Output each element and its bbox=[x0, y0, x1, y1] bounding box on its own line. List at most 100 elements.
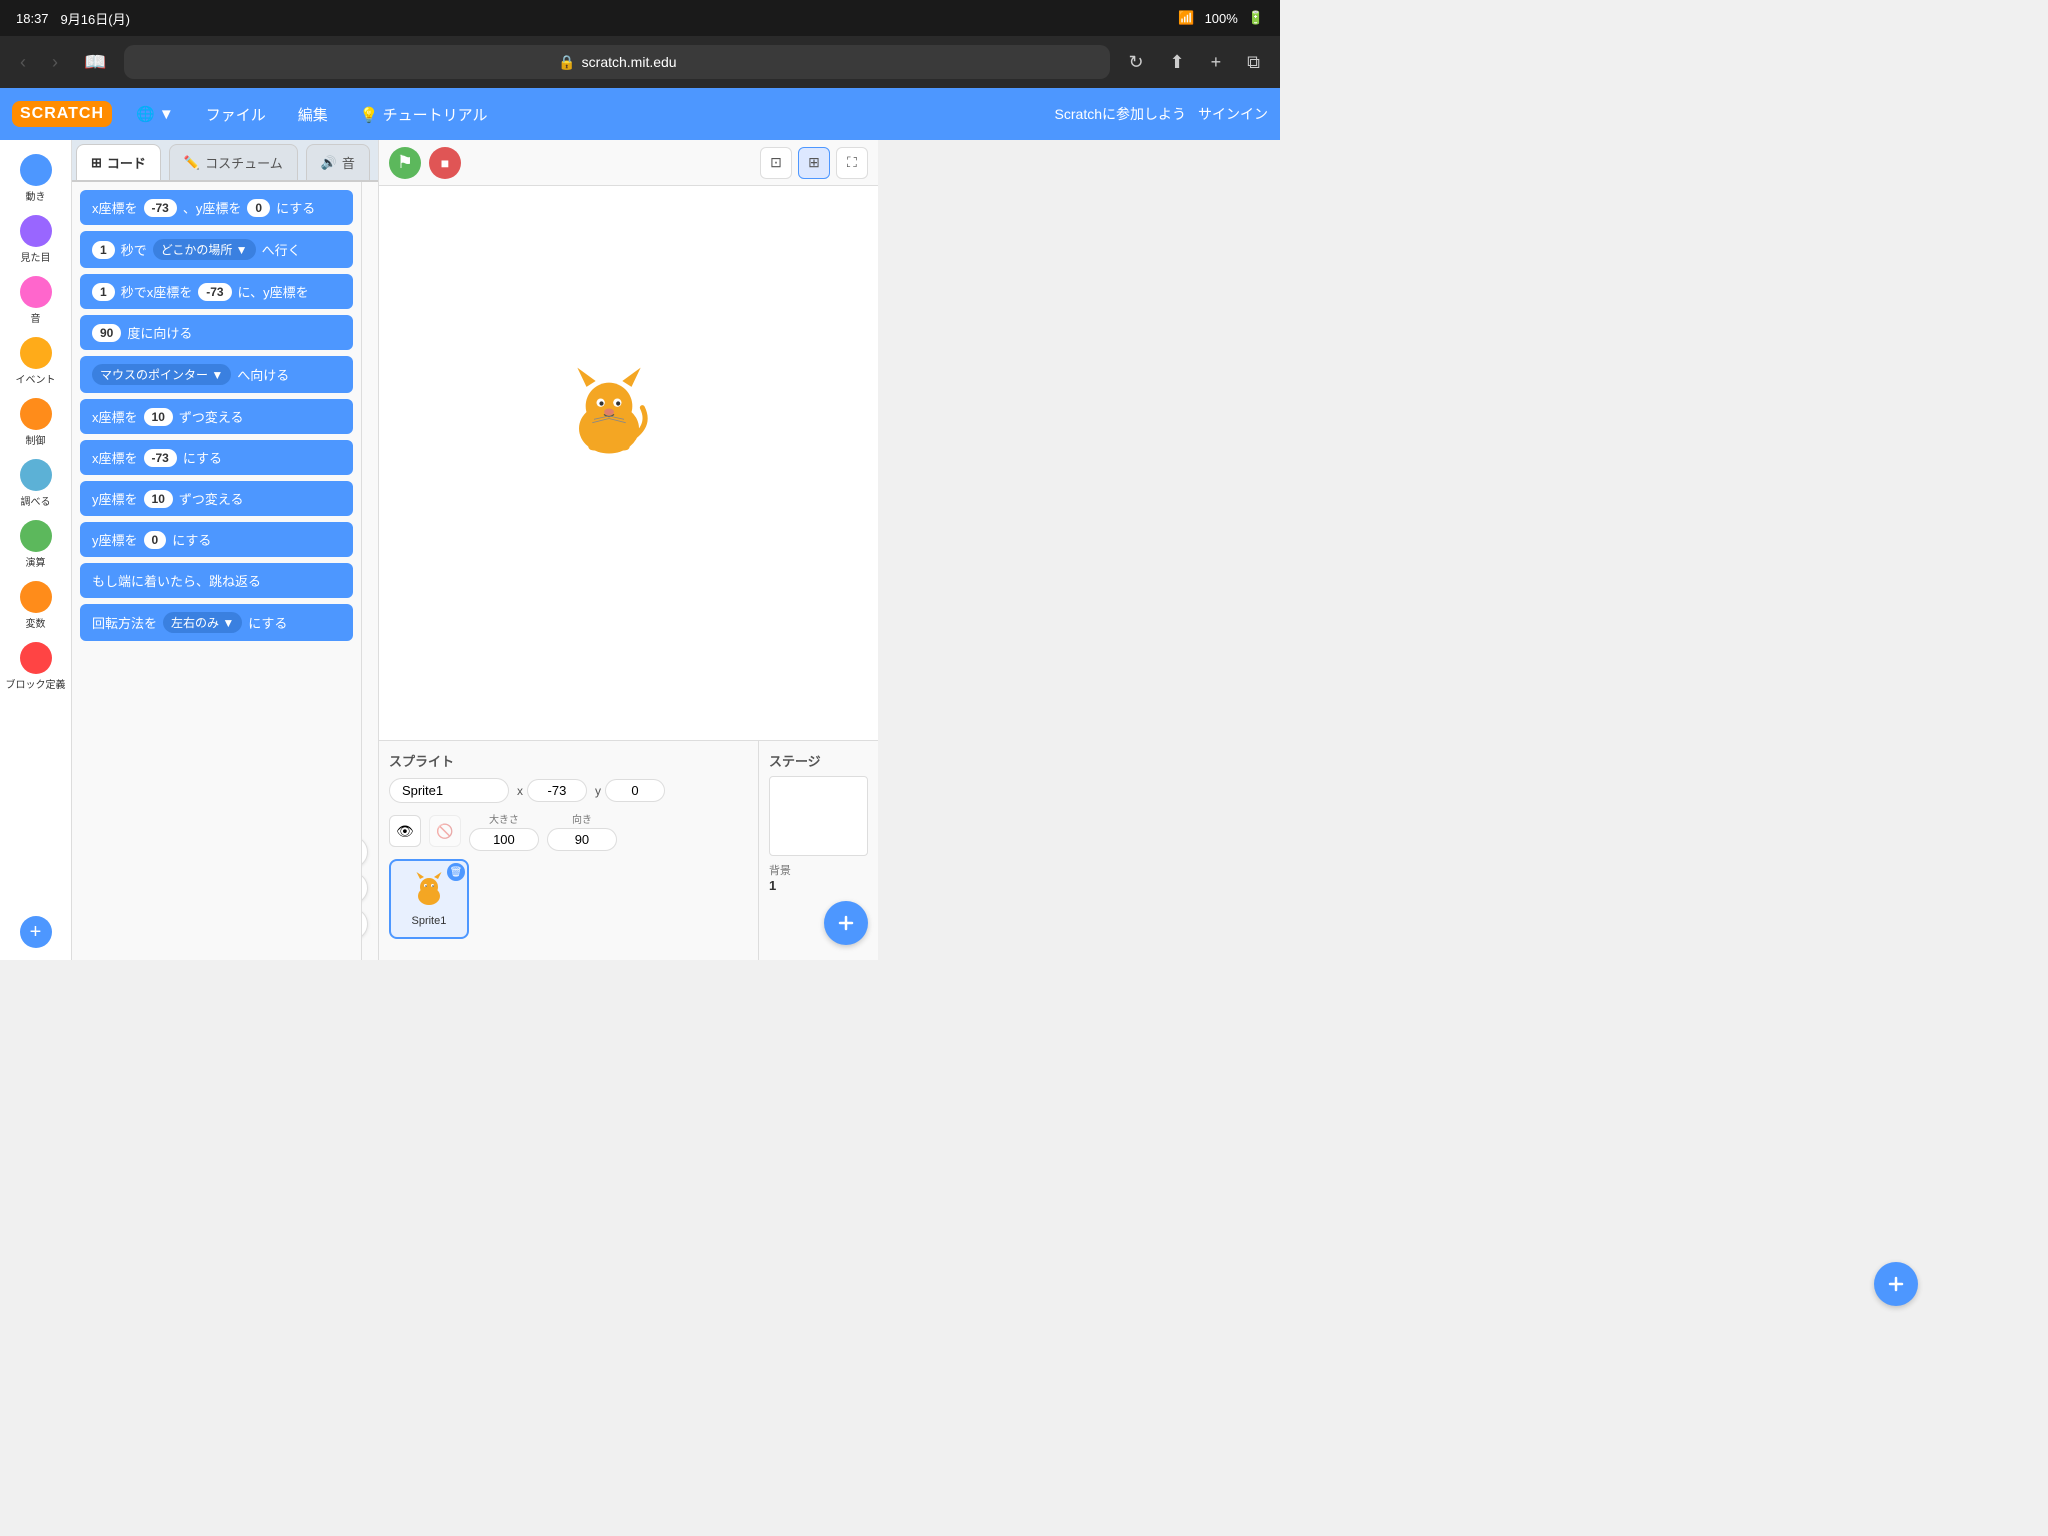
sprite-size-label: 大きさ bbox=[489, 811, 519, 826]
sprite-y-label: y bbox=[595, 784, 601, 798]
block-set-rotation-text2: にする bbox=[248, 613, 287, 632]
tutorial-button[interactable]: 💡 チュートリアル bbox=[352, 100, 496, 129]
category-control[interactable]: 制御 bbox=[0, 394, 71, 451]
category-sidebar-bottom: + bbox=[18, 904, 54, 960]
green-flag-button[interactable]: ⚑ bbox=[389, 147, 421, 179]
block-change-x-text1: x座標を bbox=[92, 407, 138, 426]
tab-sound[interactable]: 🔊 音 bbox=[306, 144, 370, 180]
add-extension-button[interactable]: + bbox=[18, 912, 54, 952]
block-point-direction[interactable]: 90 度に向ける bbox=[80, 315, 353, 350]
tab-costume[interactable]: ✏️ コスチューム bbox=[169, 144, 298, 180]
category-looks-label: 見た目 bbox=[21, 249, 51, 264]
zoom-out-button[interactable]: − bbox=[362, 872, 368, 904]
category-sound[interactable]: 音 bbox=[0, 272, 71, 329]
add-backdrop-button[interactable] bbox=[824, 901, 868, 945]
block-set-y-text2: にする bbox=[172, 530, 211, 549]
tab-switcher-button[interactable]: ⧉ bbox=[1239, 48, 1268, 77]
block-set-xy-text1: x座標を bbox=[92, 198, 138, 217]
block-glide-xy-text2: に、y座標を bbox=[238, 282, 309, 301]
logo-text: SCRATCH bbox=[20, 105, 104, 122]
bookmarks-button[interactable]: 📖 bbox=[76, 48, 114, 77]
reload-button[interactable]: ↻ bbox=[1120, 48, 1151, 77]
block-rotation-dropdown[interactable]: 左右のみ ▼ bbox=[163, 612, 242, 633]
sprite-direction-label: 向き bbox=[572, 811, 592, 826]
stage-bg-count: 1 bbox=[769, 878, 868, 893]
category-custom[interactable]: ブロック定義 bbox=[0, 638, 71, 695]
sprite-x-input[interactable] bbox=[527, 779, 587, 802]
share-button[interactable]: ⬆ bbox=[1162, 48, 1193, 77]
block-point-text: 度に向ける bbox=[127, 323, 192, 342]
block-change-x[interactable]: x座標を 10 ずつ変える bbox=[80, 399, 353, 434]
block-glide-xy[interactable]: 1 秒でx座標を -73 に、y座標を bbox=[80, 274, 353, 309]
category-looks[interactable]: 見た目 bbox=[0, 211, 71, 268]
category-sensing[interactable]: 調べる bbox=[0, 455, 71, 512]
zoom-reset-button[interactable]: = bbox=[362, 908, 368, 940]
block-towards-text: へ向ける bbox=[237, 365, 289, 384]
block-set-xy[interactable]: x座標を -73 、y座標を 0 にする bbox=[80, 190, 353, 225]
new-tab-button[interactable]: + bbox=[1203, 48, 1230, 77]
block-point-val: 90 bbox=[92, 324, 121, 342]
sprite-delete-button[interactable]: 🗑 bbox=[447, 863, 465, 881]
costume-tab-icon: ✏️ bbox=[184, 155, 200, 171]
block-set-y-val: 0 bbox=[144, 531, 167, 549]
join-link[interactable]: Scratchに参加しよう bbox=[1055, 104, 1186, 124]
block-if-on-edge-text: もし端に着いたら、跳ね返る bbox=[92, 571, 261, 590]
app-header: SCRATCH 🌐 ▼ ファイル 編集 💡 チュートリアル Scratchに参加… bbox=[0, 88, 1280, 140]
url-bar[interactable]: 🔒 scratch.mit.edu bbox=[124, 45, 1110, 79]
signin-link[interactable]: サインイン bbox=[1198, 104, 1268, 124]
forward-button[interactable]: › bbox=[44, 48, 66, 77]
sprite-thumb-sprite1[interactable]: 🗑 Sprite1 bbox=[389, 859, 469, 939]
sprite-name-input[interactable] bbox=[389, 778, 509, 803]
file-menu-button[interactable]: ファイル bbox=[198, 100, 274, 129]
code-area-wrapper: ⊞ コード ✏️ コスチューム 🔊 音 x座標を bbox=[72, 140, 378, 960]
stop-button[interactable]: ■ bbox=[429, 147, 461, 179]
globe-button[interactable]: 🌐 ▼ bbox=[128, 101, 182, 127]
block-set-rotation-text1: 回転方法を bbox=[92, 613, 157, 632]
status-bar: 18:37 9月16日(月) 📶 100% 🔋 bbox=[0, 0, 1280, 36]
block-glide-dropdown[interactable]: どこかの場所 ▼ bbox=[153, 239, 256, 260]
sprite-direction-input[interactable] bbox=[547, 828, 617, 851]
block-set-x[interactable]: x座標を -73 にする bbox=[80, 440, 353, 475]
block-change-y-text1: y座標を bbox=[92, 489, 138, 508]
add-sprite-button[interactable] bbox=[1874, 1262, 1918, 1306]
category-operators-label: 演算 bbox=[26, 554, 46, 569]
sound-tab-label: 音 bbox=[342, 153, 355, 172]
scratch-logo[interactable]: SCRATCH bbox=[12, 101, 112, 127]
stage-area bbox=[379, 186, 878, 740]
zoom-in-button[interactable]: + bbox=[362, 836, 368, 868]
block-towards-dropdown[interactable]: マウスのポインター ▼ bbox=[92, 364, 231, 385]
block-set-y[interactable]: y座標を 0 にする bbox=[80, 522, 353, 557]
category-operators[interactable]: 演算 bbox=[0, 516, 71, 573]
block-point-towards[interactable]: マウスのポインター ▼ へ向ける bbox=[80, 356, 353, 393]
category-motion[interactable]: 動き bbox=[0, 150, 71, 207]
block-if-on-edge[interactable]: もし端に着いたら、跳ね返る bbox=[80, 563, 353, 598]
add-extension-icon: + bbox=[20, 916, 52, 948]
block-glide-xy-val2: -73 bbox=[198, 283, 231, 301]
category-events[interactable]: イベント bbox=[0, 333, 71, 390]
block-set-x-text1: x座標を bbox=[92, 448, 138, 467]
sprite-size-input[interactable] bbox=[469, 828, 539, 851]
block-change-y-text2: ずつ変える bbox=[179, 489, 244, 508]
stage-mini-label: ステージ bbox=[769, 751, 868, 770]
category-variables[interactable]: 変数 bbox=[0, 577, 71, 634]
block-set-rotation[interactable]: 回転方法を 左右のみ ▼ にする bbox=[80, 604, 353, 641]
sprite-thumb-label: Sprite1 bbox=[412, 915, 447, 927]
stage-fullscreen-button[interactable]: ⛶ bbox=[836, 147, 868, 179]
show-sprite-button[interactable]: 👁 bbox=[389, 815, 421, 847]
block-set-xy-val2: 0 bbox=[247, 199, 270, 217]
block-set-xy-text3: にする bbox=[276, 198, 315, 217]
block-glide-to[interactable]: 1 秒で どこかの場所 ▼ へ行く bbox=[80, 231, 353, 268]
stage-canvas bbox=[379, 186, 878, 740]
sprite-thumbnails: 🗑 Sprite1 bbox=[389, 859, 748, 939]
edit-menu-button[interactable]: 編集 bbox=[290, 100, 336, 129]
stage-small-layout-button[interactable]: ⊡ bbox=[760, 147, 792, 179]
stage-medium-layout-button[interactable]: ⊞ bbox=[798, 147, 830, 179]
block-set-x-val: -73 bbox=[144, 449, 177, 467]
tab-code[interactable]: ⊞ コード bbox=[76, 144, 161, 180]
hide-sprite-button[interactable]: 🚫 bbox=[429, 815, 461, 847]
sprite-y-input[interactable] bbox=[605, 779, 665, 802]
sprite-x-label: x bbox=[517, 784, 523, 798]
back-button[interactable]: ‹ bbox=[12, 48, 34, 77]
block-change-y[interactable]: y座標を 10 ずつ変える bbox=[80, 481, 353, 516]
code-workspace[interactable]: ⚑ が押されたとき ずっと 10 歩動かす bbox=[362, 182, 378, 960]
